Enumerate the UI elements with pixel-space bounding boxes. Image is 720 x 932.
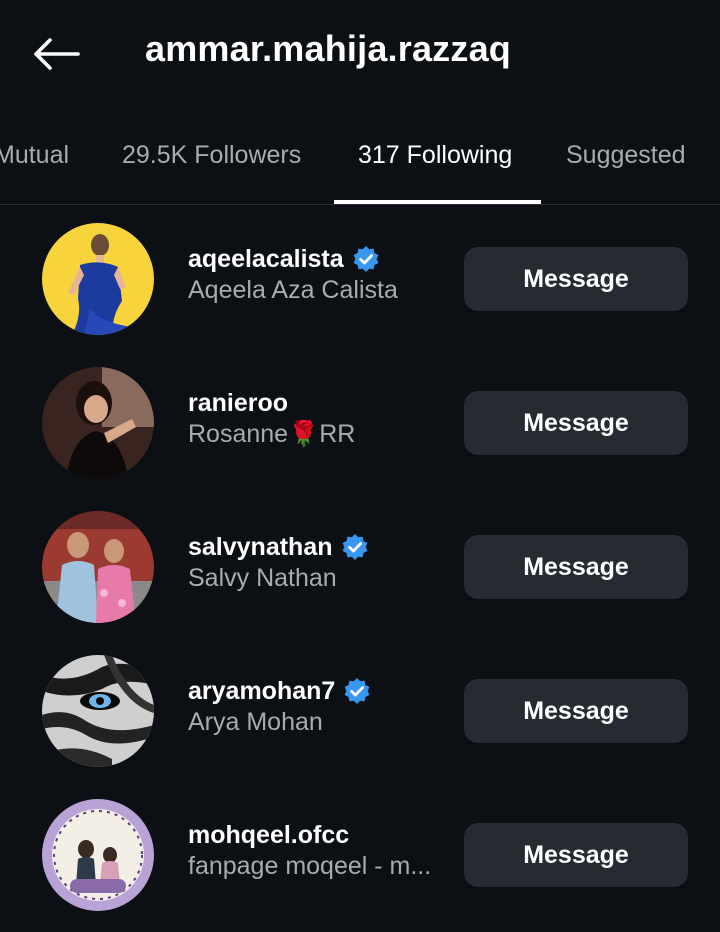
full-name: Salvy Nathan [188, 564, 337, 592]
username[interactable]: salvynathan [188, 533, 333, 562]
tab-mutual[interactable]: Mutual [0, 140, 69, 170]
list-item[interactable]: mohqeel.ofcc fanpage moqeel - m... Messa… [0, 783, 720, 927]
list-item[interactable]: aryamohan7 Arya Mohan Message [0, 639, 720, 783]
username[interactable]: aryamohan7 [188, 677, 335, 706]
verified-badge-icon [341, 533, 369, 561]
verified-badge-icon [352, 245, 380, 273]
username[interactable]: aqeelacalista [188, 245, 344, 274]
verified-badge-icon [343, 677, 371, 705]
active-tab-indicator [334, 200, 541, 204]
tab-following[interactable]: 317 Following [358, 140, 512, 170]
message-button[interactable]: Message [464, 535, 688, 599]
avatar[interactable] [42, 655, 154, 767]
back-button[interactable] [30, 32, 82, 76]
page-title: ammar.mahija.razzaq [145, 28, 511, 69]
message-button[interactable]: Message [464, 823, 688, 887]
top-bar: ammar.mahija.razzaq [0, 0, 720, 106]
username[interactable]: ranieroo [188, 389, 288, 418]
list-item[interactable]: salvynathan Salvy Nathan Message [0, 495, 720, 639]
full-name: Rosanne🌹RR [188, 420, 356, 448]
tab-followers[interactable]: 29.5K Followers [122, 140, 301, 170]
tab-suggested[interactable]: Suggested [566, 140, 686, 170]
avatar[interactable] [42, 223, 154, 335]
message-button[interactable]: Message [464, 679, 688, 743]
avatar[interactable] [42, 511, 154, 623]
full-name: Arya Mohan [188, 708, 323, 736]
list-item[interactable]: aqeelacalista Aqeela Aza Calista Message [0, 207, 720, 351]
username[interactable]: mohqeel.ofcc [188, 821, 349, 850]
avatar[interactable] [42, 367, 154, 479]
message-button[interactable]: Message [464, 391, 688, 455]
tab-bar: Mutual 29.5K Followers 317 Following Sug… [0, 106, 720, 205]
arrow-left-icon [34, 38, 80, 70]
full-name: Aqeela Aza Calista [188, 276, 398, 304]
full-name: fanpage moqeel - m... [188, 852, 432, 880]
message-button[interactable]: Message [464, 247, 688, 311]
list-item[interactable]: ranieroo Rosanne🌹RR Message [0, 351, 720, 495]
avatar[interactable] [42, 799, 154, 911]
